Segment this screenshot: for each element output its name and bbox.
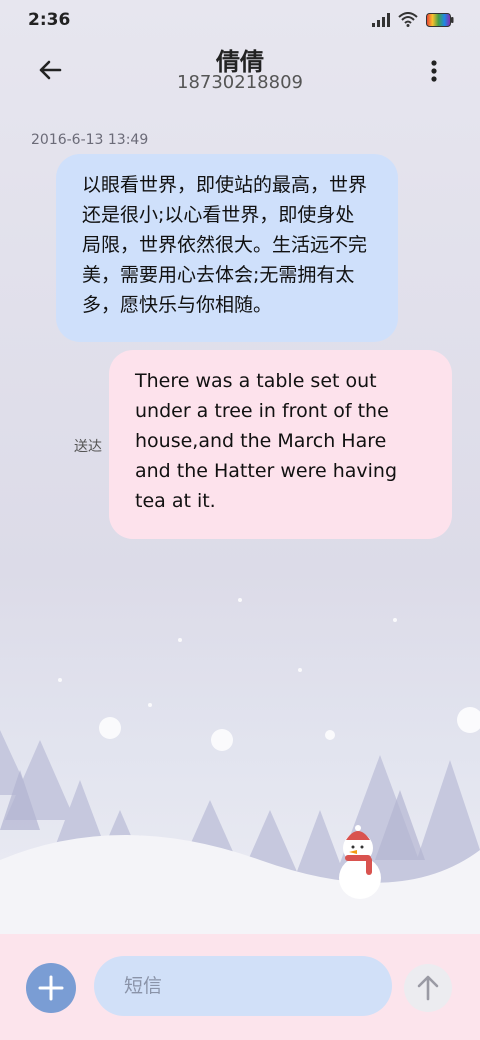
status-time: 2:36 (28, 10, 71, 30)
incoming-message-bubble[interactable]: 以眼看世界，即使站的最高，世界还是很小;以心看世界，即使身处局限，世界依然很大。… (56, 154, 398, 342)
send-button[interactable] (404, 964, 452, 1012)
outgoing-message-text: There was a table set out under a tree i… (135, 370, 398, 512)
sms-input-container[interactable] (94, 956, 392, 1016)
incoming-message-text: 以眼看世界，即使站的最高，世界还是很小;以心看世界，即使身处局限，世界依然很大。… (82, 174, 368, 316)
wifi-icon (398, 12, 418, 27)
contact-phone: 18730218809 (177, 72, 303, 93)
winter-background-illustration (0, 598, 480, 940)
status-icons (372, 12, 454, 27)
more-vertical-icon[interactable] (422, 56, 446, 86)
sms-input[interactable] (122, 974, 364, 998)
status-bar: 2:36 (0, 0, 480, 42)
battery-icon (426, 12, 454, 27)
plus-icon (38, 975, 64, 1001)
add-attachment-button[interactable] (26, 963, 76, 1013)
signal-icon (372, 12, 390, 27)
message-timestamp: 2016-6-13 13:49 (31, 132, 149, 148)
send-arrow-icon (417, 975, 439, 1001)
delivery-status: 送达 (74, 439, 102, 455)
message-composer (0, 934, 480, 1040)
conversation-header: 倩倩 18730218809 (0, 40, 480, 100)
outgoing-message-bubble[interactable]: There was a table set out under a tree i… (109, 350, 452, 539)
